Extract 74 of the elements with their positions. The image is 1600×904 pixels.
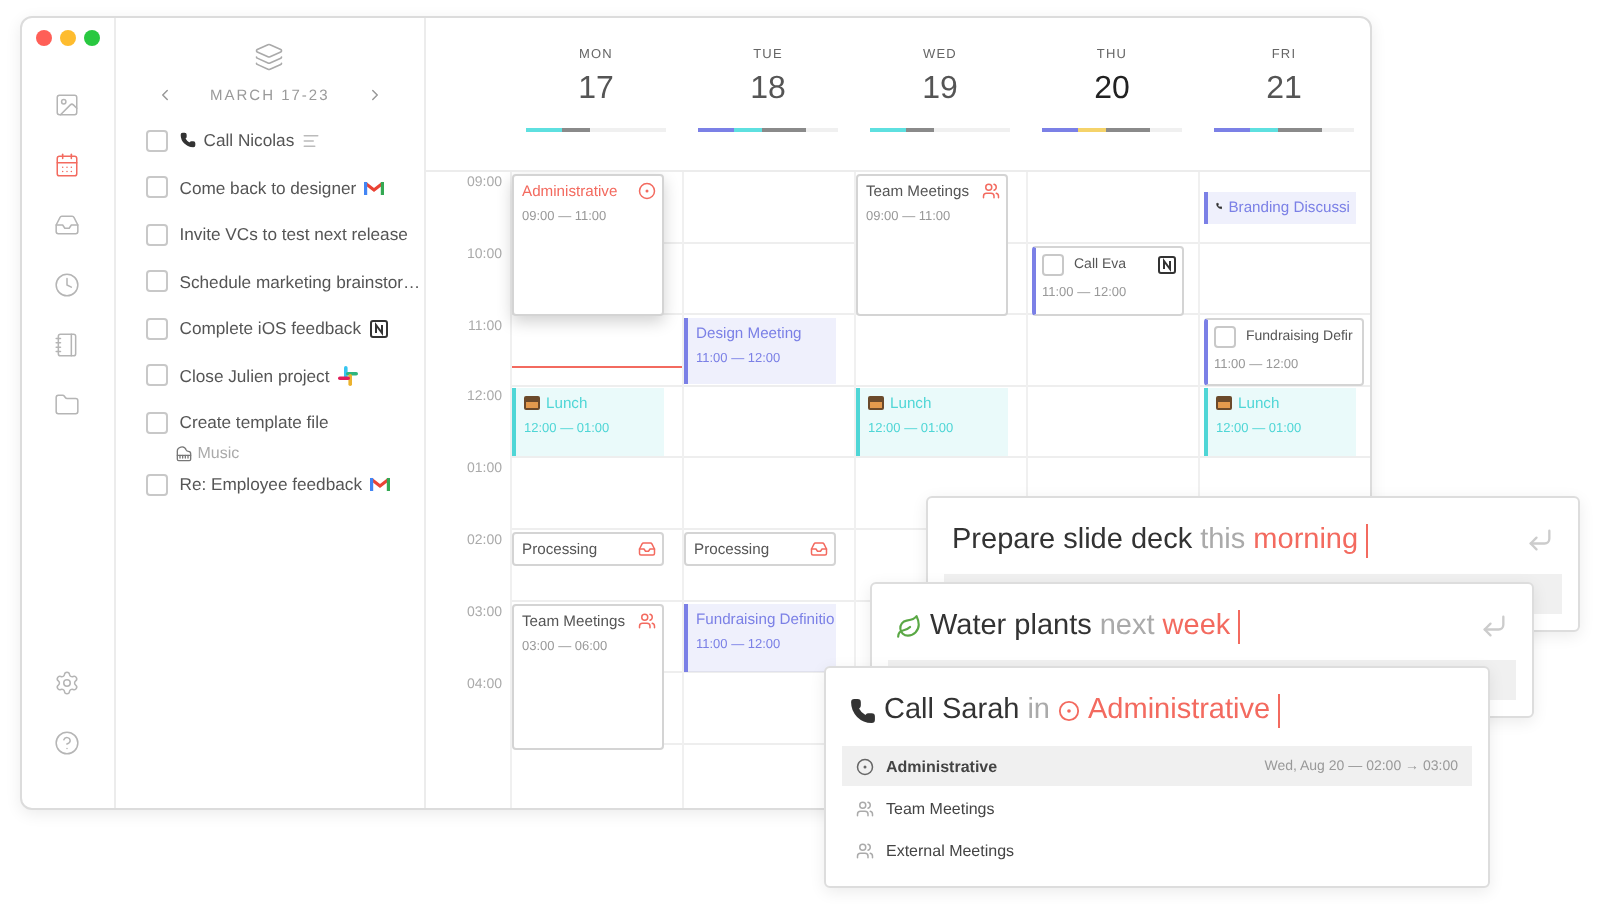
checkbox[interactable] — [1042, 253, 1064, 276]
suggestion-item[interactable]: External Meetings — [842, 830, 1472, 870]
input-text: Prepare slide deck — [952, 524, 1193, 556]
clock-icon — [54, 271, 81, 297]
layers-icon — [254, 42, 285, 72]
input-text: in — [1027, 694, 1050, 726]
lunchbox-icon — [1216, 396, 1232, 411]
settings-icon — [54, 669, 81, 695]
text-cursor — [1278, 693, 1281, 727]
input-text: week — [1162, 610, 1231, 642]
day-date[interactable]: 17 — [578, 72, 614, 108]
leaf-icon — [896, 613, 922, 639]
task-label[interactable]: Create template file — [179, 412, 329, 432]
checkbox[interactable] — [145, 129, 168, 151]
input-text: this — [1200, 524, 1246, 556]
task-label[interactable]: Complete iOS feedback — [179, 318, 362, 338]
lunchbox-icon — [868, 396, 884, 411]
task-label[interactable]: Schedule marketing brainstor… — [179, 271, 421, 291]
day-date[interactable]: 19 — [922, 72, 958, 108]
text-cursor — [1366, 523, 1369, 557]
day-date[interactable]: 21 — [1266, 72, 1302, 108]
piano-icon — [175, 445, 192, 461]
target-icon — [856, 757, 874, 775]
zoom-button[interactable] — [83, 30, 100, 46]
checkbox[interactable] — [145, 317, 168, 339]
checkbox[interactable] — [145, 270, 168, 292]
task-label[interactable]: Come back to designer — [179, 177, 357, 197]
checkbox[interactable] — [145, 411, 168, 433]
checkbox[interactable] — [1214, 325, 1236, 348]
target-icon — [1058, 699, 1080, 721]
minimize-button[interactable] — [59, 30, 76, 46]
target-icon — [638, 182, 656, 200]
task-label[interactable]: Re: Employee feedback — [179, 474, 362, 494]
input-text: Administrative — [1088, 694, 1271, 726]
day-date[interactable]: 20 — [1094, 72, 1130, 108]
suggestion-item[interactable]: Team Meetings — [842, 788, 1472, 828]
task-label[interactable]: Call Nicolas — [203, 130, 295, 150]
people-icon — [638, 611, 656, 630]
phone-icon — [179, 132, 196, 148]
input-text: morning — [1253, 524, 1359, 556]
notebook-icon — [54, 331, 81, 357]
phone-icon — [850, 697, 876, 723]
people-icon — [856, 841, 874, 859]
people-icon — [982, 182, 1000, 200]
inbox-icon — [638, 540, 656, 558]
folder-icon — [54, 391, 81, 417]
task-label[interactable]: Invite VCs to test next release — [179, 224, 408, 244]
mail-logo-icon — [370, 476, 390, 492]
inbox-icon — [810, 540, 828, 558]
day-date[interactable]: 18 — [750, 72, 786, 108]
checkbox[interactable] — [145, 223, 168, 245]
return-icon — [1526, 526, 1554, 554]
input-text: Water plants — [930, 610, 1092, 642]
input-text: next — [1099, 610, 1155, 642]
inbox-icon — [54, 211, 81, 237]
text-cursor — [1238, 609, 1241, 643]
notion-logo-icon — [369, 319, 388, 337]
mail-logo-icon — [364, 179, 385, 195]
help-icon — [54, 729, 81, 755]
checkbox[interactable] — [145, 176, 168, 198]
project-label: Music — [197, 444, 240, 462]
slack-logo-icon — [337, 365, 358, 385]
checkbox[interactable] — [145, 364, 168, 386]
input-text: Call Sarah — [884, 694, 1020, 726]
notes-icon — [302, 131, 321, 149]
notion-logo-icon — [1158, 255, 1176, 274]
lunchbox-icon — [524, 396, 540, 411]
calendar-icon — [54, 151, 81, 177]
close-button[interactable] — [35, 30, 52, 46]
task-label[interactable]: Close Julien project — [179, 365, 330, 385]
return-icon — [1480, 612, 1508, 640]
image-icon — [54, 91, 81, 117]
checkbox[interactable] — [145, 473, 168, 495]
people-icon — [856, 799, 874, 817]
